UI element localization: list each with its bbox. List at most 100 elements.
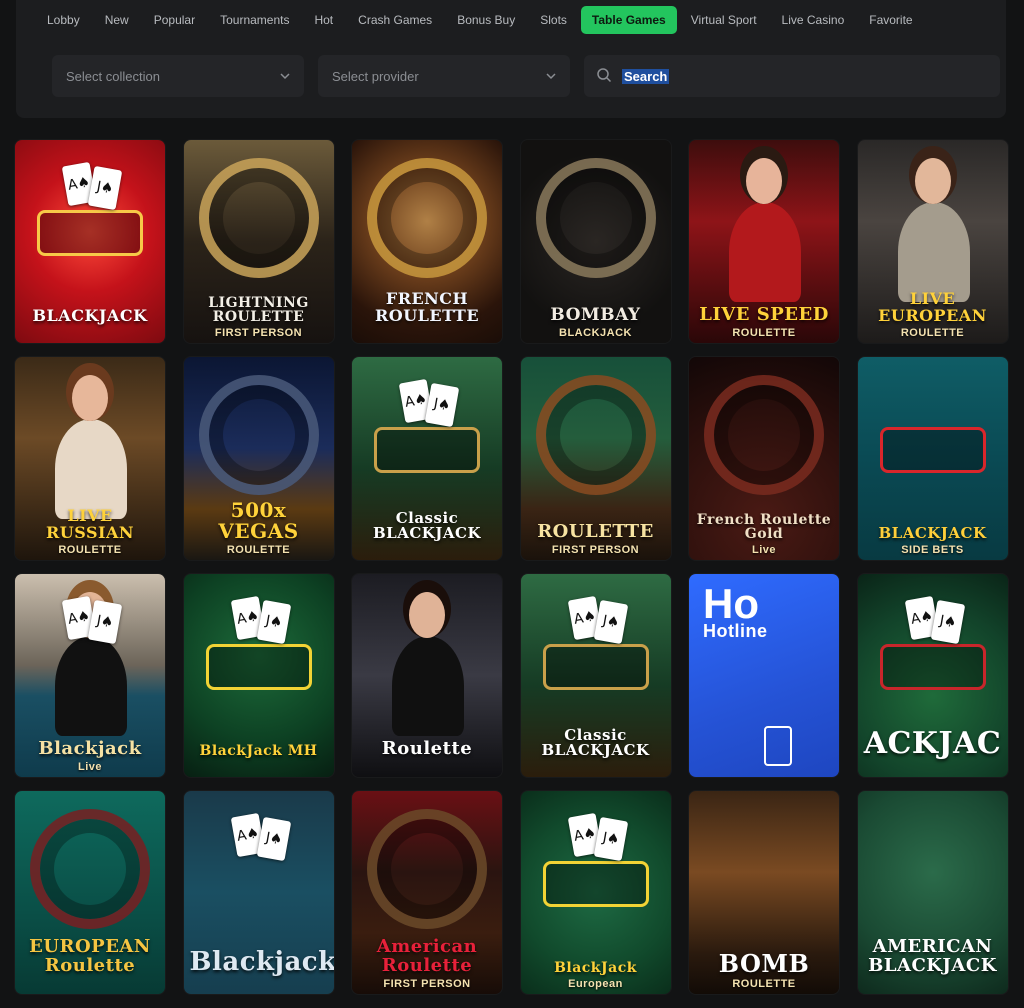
dealer-figure	[55, 419, 127, 519]
game-card[interactable]: BOMB ROULETTE	[689, 791, 839, 994]
roulette-wheel-icon	[704, 375, 824, 495]
provider-select[interactable]: Select provider	[318, 55, 570, 97]
game-subtitle: ROULETTE	[732, 327, 796, 339]
playing-card-icon: J♠	[256, 599, 291, 645]
game-card[interactable]: A♠ J♠ Blackjack	[183, 791, 334, 994]
playing-card-icon: J♠	[256, 816, 291, 862]
game-card[interactable]: LIGHTNING ROULETTE FIRST PERSON	[183, 140, 334, 343]
game-card[interactable]: A♠ J♠ ACKJAC	[857, 574, 1008, 777]
game-title: BOMB	[718, 948, 810, 978]
logo-frame	[542, 644, 649, 690]
game-card[interactable]: A♠ J♠ BLACKJACK	[15, 140, 165, 343]
playing-card-icon: J♠	[593, 816, 628, 862]
tab-popular[interactable]: Popular	[143, 6, 206, 34]
dealer-figure	[897, 202, 970, 302]
game-title: BlackJack	[554, 960, 637, 977]
game-title: FRENCH ROULETTE	[374, 289, 480, 326]
game-card[interactable]: EUROPEAN Roulette	[15, 791, 165, 994]
tab-tournaments[interactable]: Tournaments	[209, 6, 300, 34]
dealer-head	[72, 375, 108, 421]
chevron-down-icon	[546, 71, 556, 81]
game-subtitle: ROULETTE	[58, 544, 122, 556]
provider-select-label: Select provider	[332, 68, 419, 84]
game-title: 500x VEGAS	[218, 498, 299, 543]
dealer-head	[914, 158, 951, 204]
roulette-wheel-icon	[367, 809, 487, 929]
game-card[interactable]: A♠ J♠ Classic BLACKJACK	[352, 357, 502, 560]
tab-crash-games[interactable]: Crash Games	[347, 6, 443, 34]
game-title: BLACKJACK	[878, 524, 987, 543]
game-title: American Roulette	[376, 936, 478, 977]
tab-table-games[interactable]: Table Games	[580, 6, 677, 34]
tab-virtual-sport[interactable]: Virtual Sport	[680, 6, 768, 34]
game-card[interactable]: A♠ J♠ Blackjack Live	[15, 574, 165, 777]
game-subtitle: FIRST PERSON	[383, 978, 471, 990]
playing-card-icon: J♠	[930, 599, 965, 645]
game-subtitle: ROULETTE	[226, 544, 291, 556]
game-card[interactable]: American Roulette FIRST PERSON	[352, 791, 502, 994]
game-title: Roulette	[381, 738, 473, 760]
game-title: BLACKJACK	[32, 306, 148, 326]
game-card[interactable]: A♠ J♠ Classic BLACKJACK	[520, 574, 671, 777]
dealer-figure	[392, 636, 464, 736]
game-card[interactable]: A♠ J♠ BlackJack European	[520, 791, 671, 994]
playing-card-icon: J♠	[87, 165, 123, 211]
game-card[interactable]: BOMBAY BLACKJACK	[520, 140, 671, 343]
playing-card-icon: J♠	[424, 382, 460, 428]
game-title: LIVE EUROPEAN	[878, 289, 987, 326]
tab-lobby[interactable]: Lobby	[36, 6, 91, 34]
logo-frame	[542, 861, 649, 907]
game-card[interactable]: BLACKJACK SIDE BETS	[857, 357, 1008, 560]
collection-select[interactable]: Select collection	[52, 55, 304, 97]
tab-new[interactable]: New	[94, 6, 140, 34]
roulette-wheel-icon	[367, 158, 487, 278]
tab-live-casino[interactable]: Live Casino	[771, 6, 856, 34]
search-input[interactable]: Search	[584, 55, 1000, 97]
game-card[interactable]: A♠ J♠ BlackJack MH	[183, 574, 334, 777]
playing-card-icon: J♠	[593, 599, 628, 645]
tab-slots[interactable]: Slots	[529, 6, 578, 34]
filter-panel: Lobby New Popular Tournaments Hot Crash Games…	[16, 0, 1006, 118]
dealer-head	[409, 592, 445, 638]
roulette-wheel-icon	[198, 158, 319, 278]
game-card[interactable]: Ho Hotline	[689, 574, 839, 777]
game-card[interactable]: French Roulette Gold Live	[689, 357, 839, 560]
roulette-wheel-icon	[535, 158, 656, 278]
game-subtitle: ROULETTE	[732, 978, 796, 990]
game-subtitle: European	[568, 978, 623, 990]
game-card[interactable]: LIVE RUSSIAN ROULETTE	[15, 357, 165, 560]
logo-frame	[205, 644, 312, 690]
game-title: LIGHTNING ROULETTE	[208, 294, 309, 326]
playing-card-icon: J♠	[87, 599, 123, 645]
game-thumbnail: Ho	[689, 574, 839, 777]
game-card[interactable]: Roulette	[352, 574, 502, 777]
game-title: ACKJAC	[863, 725, 1002, 761]
game-card[interactable]: LIVE SPEED ROULETTE	[689, 140, 839, 343]
game-subtitle: BLACKJACK	[559, 327, 632, 339]
game-title: ROULETTE	[537, 521, 654, 543]
dealer-head	[746, 158, 782, 204]
search-icon	[596, 67, 612, 86]
tab-favorite[interactable]: Favorite	[858, 6, 923, 34]
tab-hot[interactable]: Hot	[303, 6, 344, 34]
roulette-wheel-icon	[30, 809, 150, 929]
filter-bar: Select collection Select provider Search	[52, 55, 1000, 97]
game-card[interactable]: ROULETTE FIRST PERSON	[520, 357, 671, 560]
game-title: Blackjack	[38, 738, 142, 760]
game-subtitle: Live	[751, 544, 776, 556]
game-card[interactable]: LIVE EUROPEAN ROULETTE	[857, 140, 1008, 343]
tab-bonus-buy[interactable]: Bonus Buy	[446, 6, 526, 34]
game-card[interactable]: 500x VEGAS ROULETTE	[183, 357, 334, 560]
game-title: French Roulette Gold	[696, 511, 832, 543]
game-subtitle: SIDE BETS	[901, 544, 964, 556]
dealer-figure	[55, 636, 127, 736]
roulette-wheel-icon	[535, 375, 656, 495]
game-subtitle: FIRST PERSON	[214, 327, 303, 339]
game-title: Classic BLACKJACK	[541, 725, 650, 760]
game-card[interactable]: AMERICAN BLACKJACK	[857, 791, 1008, 994]
game-subtitle: Live	[77, 761, 102, 773]
search-text: Search	[622, 68, 670, 84]
game-card[interactable]: FRENCH ROULETTE	[352, 140, 502, 343]
game-subtitle: FIRST PERSON	[551, 544, 640, 556]
logo-frame	[879, 427, 986, 473]
